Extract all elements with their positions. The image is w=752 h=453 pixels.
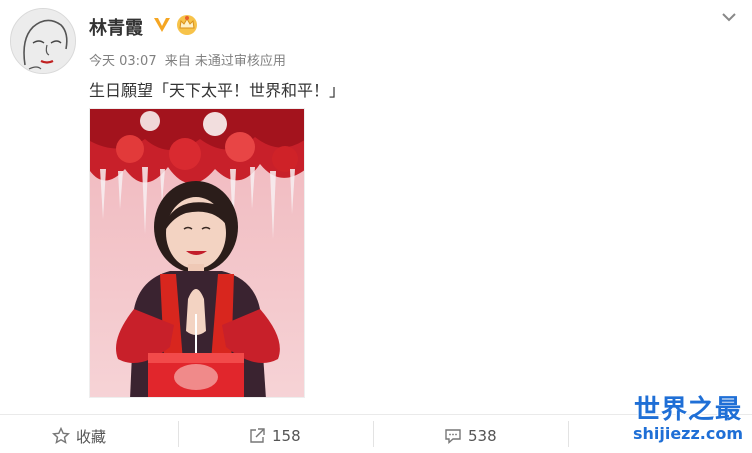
avatar-sketch-face <box>11 9 75 73</box>
comment-count: 538 <box>468 427 497 445</box>
repost-count: 158 <box>272 427 301 445</box>
from-label: 来自 <box>164 54 191 69</box>
action-divider <box>373 421 374 447</box>
post-source[interactable]: 未通过审核应用 <box>195 54 286 69</box>
repost-button[interactable]: 158 <box>248 425 301 447</box>
chevron-down-icon[interactable] <box>718 8 740 26</box>
watermark-url: shijiezz.com <box>632 424 744 443</box>
star-icon <box>52 427 70 444</box>
action-divider <box>568 421 569 447</box>
verified-v-icon <box>152 15 172 39</box>
post-text: 生日願望「天下太平！世界和平！」 <box>89 81 346 100</box>
post-time[interactable]: 今天 03:07 <box>89 54 157 69</box>
post-meta: 今天 03:07 来自 未通过审核应用 <box>89 50 286 69</box>
weibo-post: 林青霞 今天 03:07 来自 未通过审核应用 生日願望「天下太平！世界和平！」 <box>0 0 752 453</box>
favorite-button[interactable]: 收藏 <box>52 425 106 447</box>
watermark-title: 世界之最 <box>633 395 742 425</box>
author-name[interactable]: 林青霞 <box>89 14 143 40</box>
comment-button[interactable]: 538 <box>444 425 497 447</box>
crown-badge-icon[interactable] <box>174 13 200 39</box>
action-divider <box>178 421 179 447</box>
favorite-label: 收藏 <box>76 427 107 446</box>
site-watermark: 世界之最 shijiezz.com <box>626 395 750 451</box>
share-icon <box>250 428 265 443</box>
author-avatar[interactable] <box>10 8 76 74</box>
photo-illustration <box>90 109 304 397</box>
post-photo[interactable] <box>89 108 305 398</box>
comment-icon <box>445 429 461 445</box>
